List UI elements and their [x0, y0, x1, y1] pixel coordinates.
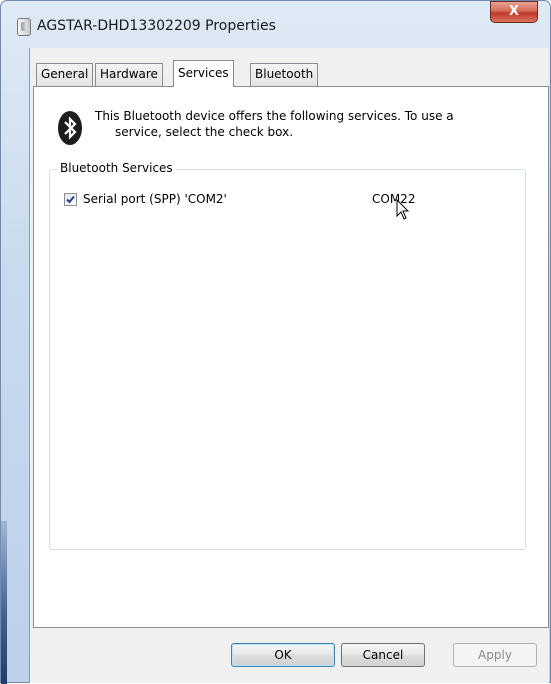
check-icon: [66, 195, 75, 204]
arrow-cursor-icon: [396, 199, 410, 220]
group-title: Bluetooth Services: [57, 161, 176, 175]
service-checkbox[interactable]: [64, 193, 77, 206]
tab-bluetooth[interactable]: Bluetooth: [250, 63, 319, 86]
device-icon: [17, 18, 31, 36]
bluetooth-services-group: [49, 169, 526, 550]
apply-button[interactable]: Apply: [453, 643, 537, 667]
description-line-1: This Bluetooth device offers the followi…: [95, 109, 454, 123]
tab-hardware[interactable]: Hardware: [95, 63, 163, 86]
tab-services[interactable]: Services: [173, 60, 234, 87]
services-description: This Bluetooth device offers the followi…: [95, 108, 515, 140]
ok-button[interactable]: OK: [231, 643, 335, 667]
window-edge: [1, 521, 7, 684]
cancel-button[interactable]: Cancel: [341, 643, 425, 667]
window-title: AGSTAR-DHD13302209 Properties: [37, 18, 276, 34]
bluetooth-icon: [58, 111, 82, 145]
tab-general[interactable]: General: [36, 63, 94, 86]
description-line-2: service, select the check box.: [115, 125, 294, 139]
close-button[interactable]: X: [490, 1, 538, 23]
service-name[interactable]: Serial port (SPP) 'COM2': [83, 192, 227, 206]
title-bar[interactable]: AGSTAR-DHD13302209 Properties X: [1, 1, 550, 49]
